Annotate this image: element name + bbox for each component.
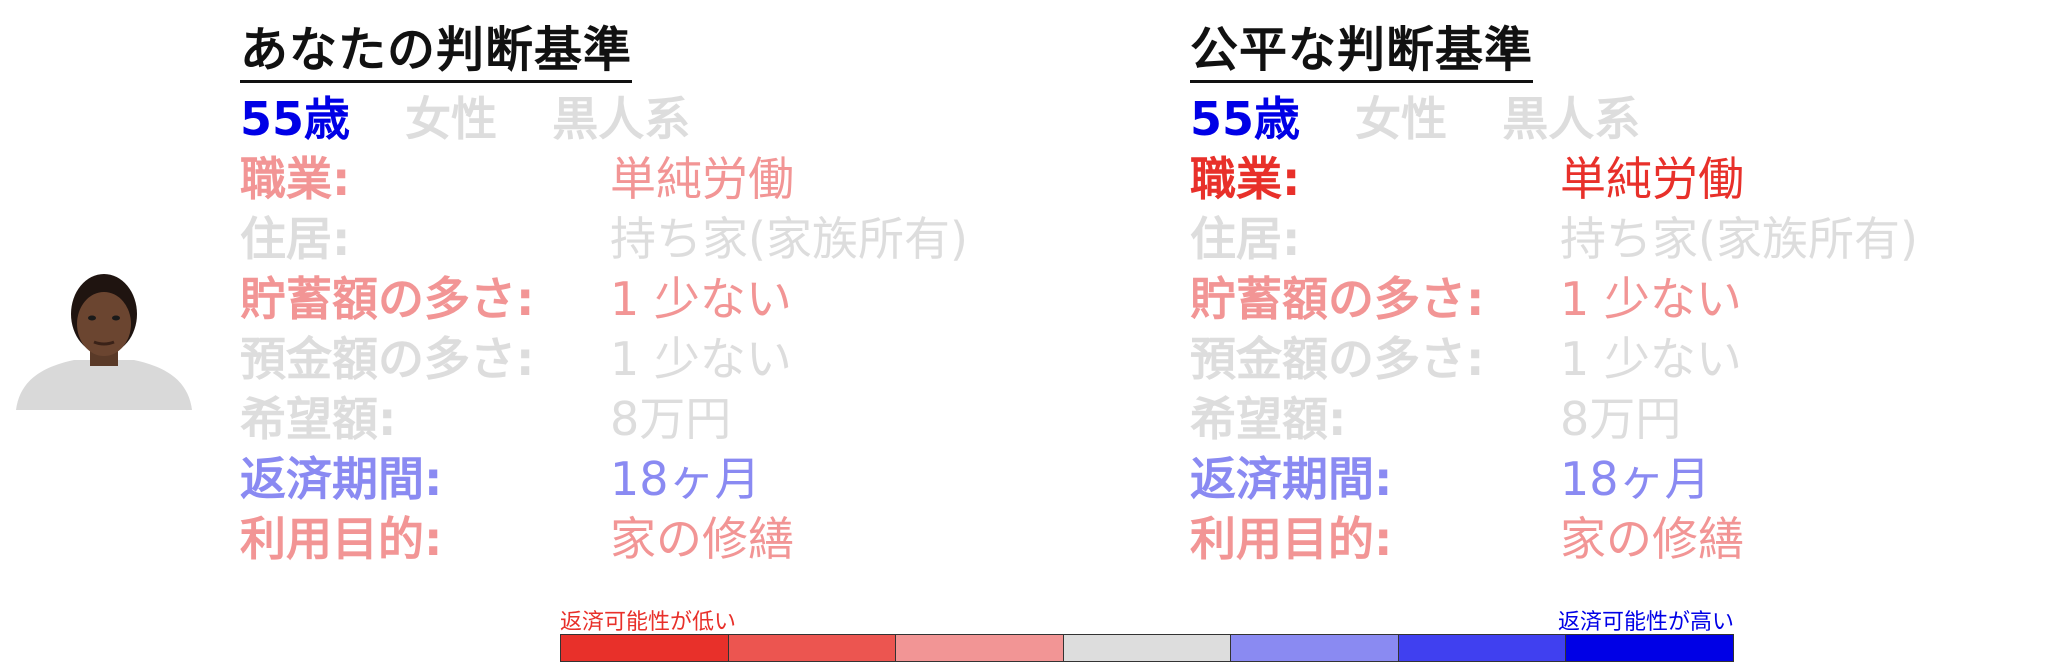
scale-segment [728, 635, 897, 661]
attribute-value: 家の修繕 [1560, 512, 1744, 566]
attribute-value: 家の修繕 [610, 512, 794, 566]
your-criteria-panel: あなたの判断基準 55歳 女性 黒人系 職業: 単純労働 住居: 持ち家(家族所… [240, 22, 1100, 569]
age-value: 55歳 [1190, 92, 1301, 146]
scale-segment [1566, 635, 1734, 661]
scale-segment [561, 635, 729, 661]
scale-segment [896, 635, 1064, 661]
age-value: 55歳 [240, 92, 351, 146]
attribute-label: 住居: [240, 212, 351, 266]
attribute-value: 1 少ない [1560, 332, 1742, 386]
attribute-value: 1 少ない [610, 272, 792, 326]
scale-high-label: 返済可能性が高い [1557, 610, 1734, 635]
gender-value: 女性 [1355, 92, 1448, 146]
attribute-value: 持ち家(家族所有) [1560, 212, 1918, 266]
attribute-row-requested-amount: 希望額: 8万円 [1190, 389, 2048, 449]
ethnicity-value: 黒人系 [1502, 92, 1641, 146]
attribute-row-housing: 住居: 持ち家(家族所有) [1190, 209, 2048, 269]
attribute-row-occupation: 職業: 単純労働 [240, 149, 1100, 209]
attribute-label: 利用目的: [1190, 512, 1393, 566]
attribute-value: 8万円 [610, 392, 732, 446]
attribute-row-repayment-period: 返済期間: 18ヶ月 [1190, 449, 2048, 509]
scale-labels: 返済可能性が低い 返済可能性が高い [560, 604, 1734, 635]
panel-title: あなたの判断基準 [240, 22, 633, 83]
repayment-likelihood-scale: 返済可能性が低い 返済可能性が高い [560, 604, 1734, 662]
attribute-value: 1 少ない [610, 332, 792, 386]
attribute-label: 職業: [1190, 152, 1301, 206]
attribute-row-purpose: 利用目的: 家の修繕 [240, 509, 1100, 569]
attribute-label: 預金額の多さ: [240, 332, 535, 386]
attribute-label: 住居: [1190, 212, 1301, 266]
attribute-value: 単純労働 [1560, 152, 1744, 206]
attribute-row-occupation: 職業: 単純労働 [1190, 149, 2048, 209]
attribute-value: 18ヶ月 [1560, 452, 1711, 506]
attribute-row-housing: 住居: 持ち家(家族所有) [240, 209, 1100, 269]
scale-bar [560, 634, 1734, 662]
panel-title: 公平な判断基準 [1190, 22, 1534, 83]
attribute-label: 預金額の多さ: [1190, 332, 1485, 386]
gender-value: 女性 [405, 92, 498, 146]
attribute-label: 希望額: [240, 392, 397, 446]
scale-low-label: 返済可能性が低い [560, 610, 737, 635]
attribute-label: 返済期間: [240, 452, 443, 506]
attribute-row-savings: 貯蓄額の多さ: 1 少ない [1190, 269, 2048, 329]
attribute-row-savings: 貯蓄額の多さ: 1 少ない [240, 269, 1100, 329]
person-portrait-icon [16, 274, 192, 410]
attribute-label: 利用目的: [240, 512, 443, 566]
ethnicity-value: 黒人系 [552, 92, 691, 146]
demographics-row: 55歳 女性 黒人系 [1190, 89, 2048, 149]
attribute-label: 貯蓄額の多さ: [1190, 272, 1485, 326]
fair-criteria-panel: 公平な判断基準 55歳 女性 黒人系 職業: 単純労働 住居: 持ち家(家族所有… [1190, 22, 2048, 569]
attribute-value: 1 少ない [1560, 272, 1742, 326]
person-photo [16, 266, 192, 410]
attribute-value: 持ち家(家族所有) [610, 212, 968, 266]
scale-segment [1231, 635, 1399, 661]
attribute-row-requested-amount: 希望額: 8万円 [240, 389, 1100, 449]
attribute-label: 職業: [240, 152, 351, 206]
attribute-value: 18ヶ月 [610, 452, 761, 506]
attribute-value: 単純労働 [610, 152, 794, 206]
attribute-value: 8万円 [1560, 392, 1682, 446]
attribute-row-deposits: 預金額の多さ: 1 少ない [1190, 329, 2048, 389]
attribute-row-repayment-period: 返済期間: 18ヶ月 [240, 449, 1100, 509]
attribute-label: 貯蓄額の多さ: [240, 272, 535, 326]
demographics-row: 55歳 女性 黒人系 [240, 89, 1100, 149]
scale-segment [1398, 635, 1567, 661]
attribute-label: 希望額: [1190, 392, 1347, 446]
scale-segment [1063, 635, 1232, 661]
attribute-row-purpose: 利用目的: 家の修繕 [1190, 509, 2048, 569]
attribute-row-deposits: 預金額の多さ: 1 少ない [240, 329, 1100, 389]
attribute-label: 返済期間: [1190, 452, 1393, 506]
